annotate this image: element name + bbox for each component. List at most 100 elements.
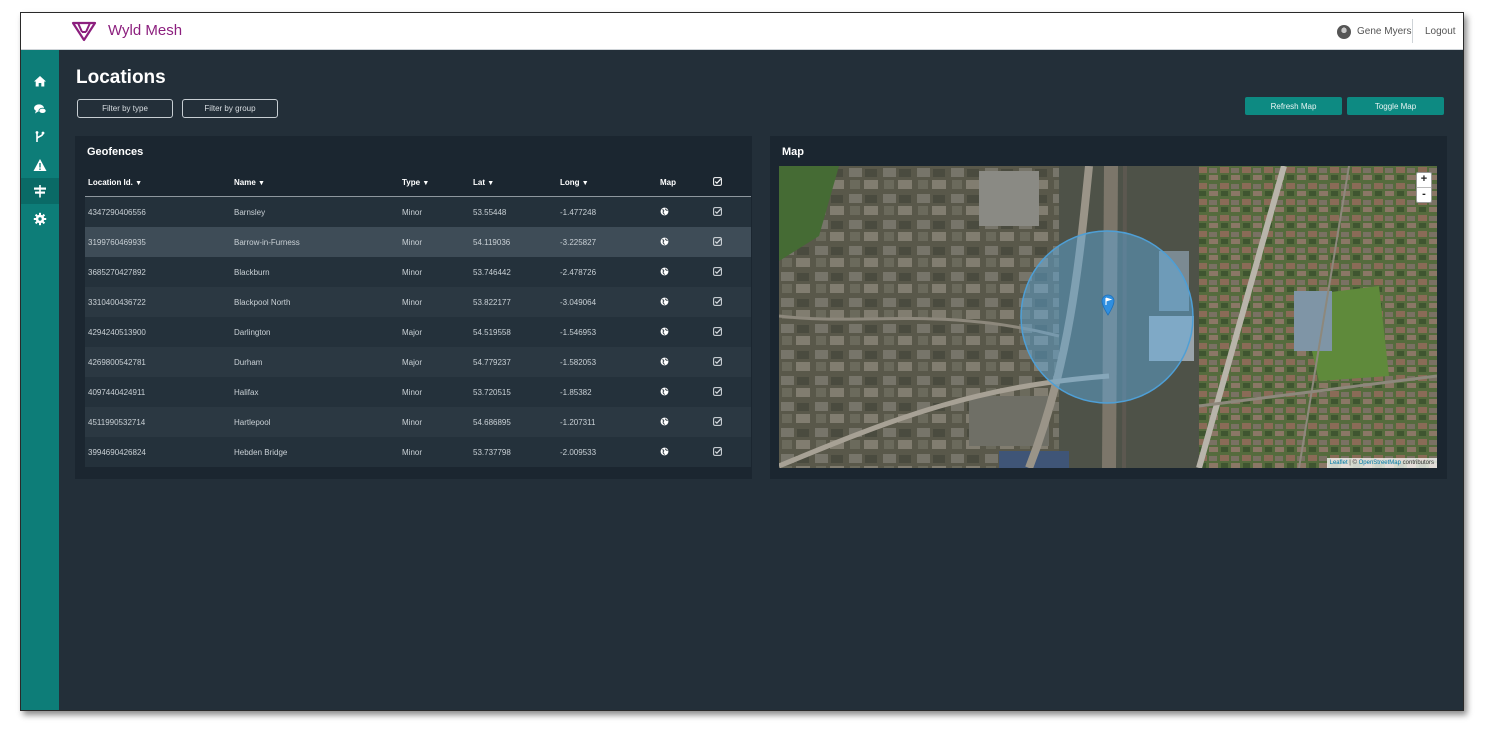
cell-name: Hartlepool xyxy=(231,407,399,437)
user-name[interactable]: Gene Myers xyxy=(1357,26,1411,37)
table-row[interactable]: 4347290406556 Barnsley Minor 53.55448 -1.477… xyxy=(85,196,751,227)
checkbox-checked-icon[interactable] xyxy=(713,266,722,276)
checkbox-checked-icon[interactable] xyxy=(713,356,722,366)
checkbox-checked-icon[interactable] xyxy=(713,416,722,426)
table-row[interactable]: 3994690426824 Hebden Bridge Minor 53.737798… xyxy=(85,437,751,467)
avatar[interactable] xyxy=(1337,25,1351,39)
cell-name: Barnsley xyxy=(231,196,399,227)
filter-by-group-button[interactable]: Filter by group xyxy=(182,99,278,118)
column-header-select-all[interactable] xyxy=(710,168,751,197)
cell-lat: 54.686895 xyxy=(470,407,557,437)
globe-icon[interactable] xyxy=(660,357,669,366)
page-title: Locations xyxy=(76,67,166,88)
sort-caret-icon: ▼ xyxy=(422,179,430,187)
cell-name: Hebden Bridge xyxy=(231,437,399,467)
map-zoom-control: + - xyxy=(1416,172,1432,203)
branch-icon xyxy=(35,131,45,142)
table-row[interactable]: 3685270427892 Blackburn Minor 53.746442 -2.4… xyxy=(85,257,751,287)
globe-icon[interactable] xyxy=(660,207,669,216)
globe-icon[interactable] xyxy=(660,417,669,426)
location-marker-icon[interactable] xyxy=(1101,294,1115,316)
checkbox-checked-icon[interactable] xyxy=(713,446,722,456)
app-name: Wyld Mesh xyxy=(108,22,183,39)
table-row[interactable]: 3310400436722 Blackpool North Minor 53.8221… xyxy=(85,287,751,317)
map-title: Map xyxy=(782,146,804,158)
cell-type: Major xyxy=(399,317,470,347)
sort-caret-icon: ▼ xyxy=(258,179,265,187)
toggle-map-button[interactable]: Toggle Map xyxy=(1347,97,1444,115)
warning-icon xyxy=(33,159,47,171)
cell-location-id: 4294240513900 xyxy=(85,317,231,347)
cell-lat: 53.737798 xyxy=(470,437,557,467)
cell-location-id: 3685270427892 xyxy=(85,257,231,287)
cell-type: Major xyxy=(399,347,470,377)
sort-caret-icon: ▼ xyxy=(581,179,589,187)
satellite-map[interactable]: + - Leaflet | © OpenStreetMap contributo… xyxy=(779,166,1437,468)
cell-name: Barrow-in-Furness xyxy=(231,227,399,257)
column-header-long[interactable]: Long ▼ xyxy=(557,168,657,197)
column-header-lat[interactable]: Lat ▼ xyxy=(470,168,557,197)
table-row[interactable]: 3199760469935 Barrow-in-Furness Minor 54.11… xyxy=(85,227,751,257)
table-row[interactable]: 4294240513900 Darlington Major 54.519558 -1.… xyxy=(85,317,751,347)
table-row[interactable]: 4269800542781 Durham Major 54.779237 -1.5820… xyxy=(85,347,751,377)
checkbox-checked-icon[interactable] xyxy=(713,326,722,336)
cell-map xyxy=(657,377,710,407)
cell-select xyxy=(710,437,751,467)
table-row[interactable]: 4097440424911 Halifax Minor 53.720515 -1.853… xyxy=(85,377,751,407)
cell-select xyxy=(710,287,751,317)
cell-long: -2.009533 xyxy=(557,437,657,467)
cell-location-id: 3310400436722 xyxy=(85,287,231,317)
globe-icon[interactable] xyxy=(660,297,669,306)
zoom-in-button[interactable]: + xyxy=(1417,173,1431,187)
top-header: Wyld Mesh Gene Myers Logout xyxy=(21,13,1463,50)
wyld-mesh-logo xyxy=(71,21,97,42)
sidebar-item-messages[interactable] xyxy=(21,96,59,122)
cell-map xyxy=(657,437,710,467)
cell-type: Minor xyxy=(399,287,470,317)
cell-select xyxy=(710,317,751,347)
globe-icon[interactable] xyxy=(660,387,669,396)
checkbox-checked-icon[interactable] xyxy=(713,236,722,246)
cell-map xyxy=(657,407,710,437)
refresh-map-button[interactable]: Refresh Map xyxy=(1245,97,1342,115)
cell-location-id: 3994690426824 xyxy=(85,437,231,467)
globe-icon[interactable] xyxy=(660,327,669,336)
app-window: Wyld Mesh Gene Myers Logout Locations Fi… xyxy=(20,12,1464,711)
sidebar-item-alerts[interactable] xyxy=(21,152,59,178)
sidebar-item-settings[interactable] xyxy=(21,206,59,232)
checkbox-checked-icon[interactable] xyxy=(713,296,722,306)
cell-map xyxy=(657,196,710,227)
zoom-out-button[interactable]: - xyxy=(1417,187,1431,202)
cell-lat: 53.720515 xyxy=(470,377,557,407)
cell-long: -1.582053 xyxy=(557,347,657,377)
filter-by-type-button[interactable]: Filter by type xyxy=(77,99,173,118)
globe-icon[interactable] xyxy=(660,447,669,456)
leaflet-link[interactable]: Leaflet xyxy=(1330,460,1348,466)
table-row[interactable]: 4511990532714 Hartlepool Minor 54.686895 -1.… xyxy=(85,407,751,437)
checkbox-checked-icon[interactable] xyxy=(713,386,722,396)
globe-icon[interactable] xyxy=(660,267,669,276)
openstreetmap-link[interactable]: OpenStreetMap xyxy=(1359,460,1401,466)
checkbox-checked-icon[interactable] xyxy=(713,176,722,186)
cell-location-id: 4269800542781 xyxy=(85,347,231,377)
column-header-name[interactable]: Name ▼ xyxy=(231,168,399,197)
cell-long: -3.049064 xyxy=(557,287,657,317)
cell-select xyxy=(710,257,751,287)
cell-type: Minor xyxy=(399,407,470,437)
geofences-table-body: 4347290406556 Barnsley Minor 53.55448 -1.477… xyxy=(85,196,751,467)
sidebar-item-home[interactable] xyxy=(21,68,59,94)
column-header-type[interactable]: Type ▼ xyxy=(399,168,470,197)
checkbox-checked-icon[interactable] xyxy=(713,206,722,216)
map-attribution: Leaflet | © OpenStreetMap contributors xyxy=(1326,458,1437,468)
column-header-location-id[interactable]: Location Id. ▼ xyxy=(85,168,231,197)
gear-icon xyxy=(33,212,47,226)
sidebar-item-locations[interactable] xyxy=(21,178,59,204)
logout-link[interactable]: Logout xyxy=(1425,26,1456,37)
sidebar-item-branches[interactable] xyxy=(21,124,59,150)
cell-name: Halifax xyxy=(231,377,399,407)
cell-long: -1.477248 xyxy=(557,196,657,227)
cell-long: -1.546953 xyxy=(557,317,657,347)
cell-lat: 53.822177 xyxy=(470,287,557,317)
globe-icon[interactable] xyxy=(660,237,669,246)
header-divider xyxy=(1412,19,1413,43)
